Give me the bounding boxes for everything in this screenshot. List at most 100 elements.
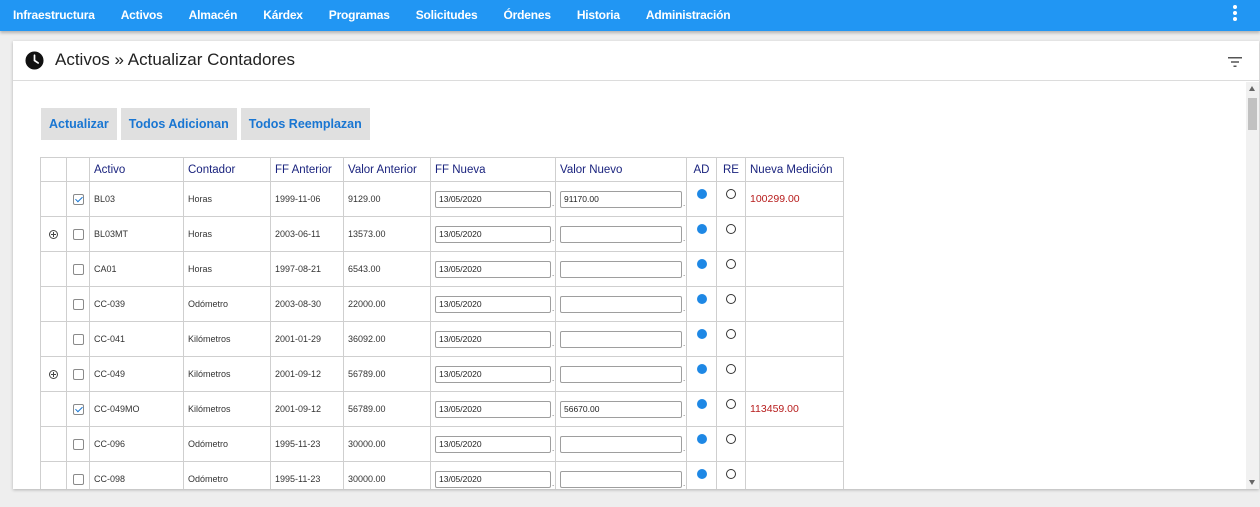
row-select-checkbox[interactable] (72, 228, 84, 240)
select-cell (66, 321, 90, 357)
filter-icon[interactable] (1228, 56, 1242, 68)
ad-radio[interactable] (696, 399, 707, 410)
re-radio[interactable] (726, 259, 736, 270)
expand-cell (40, 181, 67, 217)
nav-historia[interactable]: Historia (564, 0, 633, 31)
row-select-checkbox[interactable] (72, 193, 84, 205)
ff-nueva-input[interactable] (435, 190, 551, 208)
ff-nueva-cell: . (430, 356, 556, 392)
valor-nuevo-dot: . (683, 478, 686, 488)
re-radio[interactable] (726, 189, 736, 200)
re-radio[interactable] (726, 224, 736, 235)
valor-nuevo-input[interactable] (560, 260, 682, 278)
re-radio[interactable] (726, 469, 736, 480)
todos-reemplazan-button[interactable]: Todos Reemplazan (240, 108, 370, 140)
valor-nuevo-input[interactable] (560, 400, 682, 418)
ff-nueva-input[interactable] (435, 400, 551, 418)
re-radio[interactable] (726, 399, 736, 410)
ff-nueva-input[interactable] (435, 295, 551, 313)
ff-nueva-dot: . (552, 443, 555, 453)
expand-plus-icon[interactable] (49, 230, 58, 240)
header-ff-nueva: FF Nueva (430, 157, 556, 182)
re-cell (716, 216, 746, 252)
top-nav-bar: Infraestructura Activos Almacén Kárdex P… (0, 0, 1260, 31)
valor-nuevo-input[interactable] (560, 435, 682, 453)
re-radio[interactable] (726, 329, 736, 340)
contador-cell: Kilómetros (183, 356, 271, 392)
ad-radio[interactable] (696, 189, 707, 200)
re-radio[interactable] (726, 434, 736, 445)
ff-nueva-input[interactable] (435, 260, 551, 278)
ff-nueva-input[interactable] (435, 470, 551, 488)
valor-nuevo-dot: . (683, 443, 686, 453)
ff-nueva-input[interactable] (435, 365, 551, 383)
nav-infraestructura[interactable]: Infraestructura (0, 0, 108, 31)
row-select-checkbox[interactable] (72, 368, 84, 380)
re-cell (716, 461, 746, 489)
re-radio[interactable] (726, 364, 736, 375)
todos-adicionan-button[interactable]: Todos Adicionan (120, 108, 237, 140)
valor-nuevo-input[interactable] (560, 330, 682, 348)
scroll-up-icon[interactable] (1249, 86, 1255, 91)
nav-administracion[interactable]: Administración (633, 0, 744, 31)
table-row: CC-049MOKilómetros2001-09-1256789.00.. 11… (40, 391, 844, 427)
nav-ordenes[interactable]: Órdenes (491, 0, 564, 31)
contador-cell: Odómetro (183, 426, 271, 462)
valor-nuevo-input[interactable] (560, 225, 682, 243)
ff-nueva-dot: . (552, 338, 555, 348)
ad-radio[interactable] (696, 294, 707, 305)
valor-nuevo-cell: . (555, 321, 687, 357)
re-radio[interactable] (726, 294, 736, 305)
ff-anterior-cell: 1997-08-21 (270, 251, 344, 287)
ad-radio[interactable] (696, 259, 707, 270)
ad-radio[interactable] (696, 434, 707, 445)
expand-plus-icon[interactable] (49, 370, 58, 380)
re-cell (716, 426, 746, 462)
row-select-checkbox[interactable] (72, 438, 84, 450)
header-valor-anterior: Valor Anterior (343, 157, 431, 182)
ff-nueva-dot: . (552, 408, 555, 418)
nav-solicitudes[interactable]: Solicitudes (403, 0, 491, 31)
table-row: CC-039Odómetro2003-08-3022000.00.. (40, 286, 844, 322)
re-cell (716, 391, 746, 427)
nueva-medicion-cell: 113459.00 (745, 391, 844, 427)
ad-radio[interactable] (696, 224, 707, 235)
header-ad: AD (686, 157, 717, 182)
row-select-checkbox[interactable] (72, 403, 84, 415)
ff-nueva-input[interactable] (435, 225, 551, 243)
nav-programas[interactable]: Programas (316, 0, 403, 31)
ff-nueva-input[interactable] (435, 330, 551, 348)
ff-nueva-cell: . (430, 251, 556, 287)
ad-cell (686, 391, 717, 427)
ff-nueva-input[interactable] (435, 435, 551, 453)
activo-cell: CC-039 (89, 286, 184, 322)
nav-almacen[interactable]: Almacén (176, 0, 251, 31)
header-activo: Activo (89, 157, 184, 182)
scrollbar-thumb[interactable] (1248, 98, 1257, 130)
valor-nuevo-input[interactable] (560, 190, 682, 208)
scroll-down-icon[interactable] (1249, 480, 1255, 485)
row-select-checkbox[interactable] (72, 333, 84, 345)
vertical-scrollbar[interactable] (1246, 82, 1259, 489)
ad-radio[interactable] (696, 469, 707, 480)
valor-nuevo-cell: . (555, 286, 687, 322)
row-select-checkbox[interactable] (72, 263, 84, 275)
valor-nuevo-input[interactable] (560, 365, 682, 383)
more-vert-icon[interactable] (1232, 5, 1238, 25)
activo-cell: CC-049 (89, 356, 184, 392)
valor-nuevo-dot: . (683, 303, 686, 313)
nav-kardex[interactable]: Kárdex (250, 0, 316, 31)
valor-nuevo-input[interactable] (560, 295, 682, 313)
nueva-medicion-cell (745, 321, 844, 357)
valor-nuevo-dot: . (683, 233, 686, 243)
row-select-checkbox[interactable] (72, 473, 84, 485)
actualizar-button[interactable]: Actualizar (41, 108, 117, 140)
row-select-checkbox[interactable] (72, 298, 84, 310)
valor-nuevo-input[interactable] (560, 470, 682, 488)
header-valor-nuevo: Valor Nuevo (555, 157, 687, 182)
ad-radio[interactable] (696, 329, 707, 340)
valor-nuevo-cell: . (555, 461, 687, 489)
select-cell (66, 251, 90, 287)
ad-radio[interactable] (696, 364, 707, 375)
nav-activos[interactable]: Activos (108, 0, 176, 31)
